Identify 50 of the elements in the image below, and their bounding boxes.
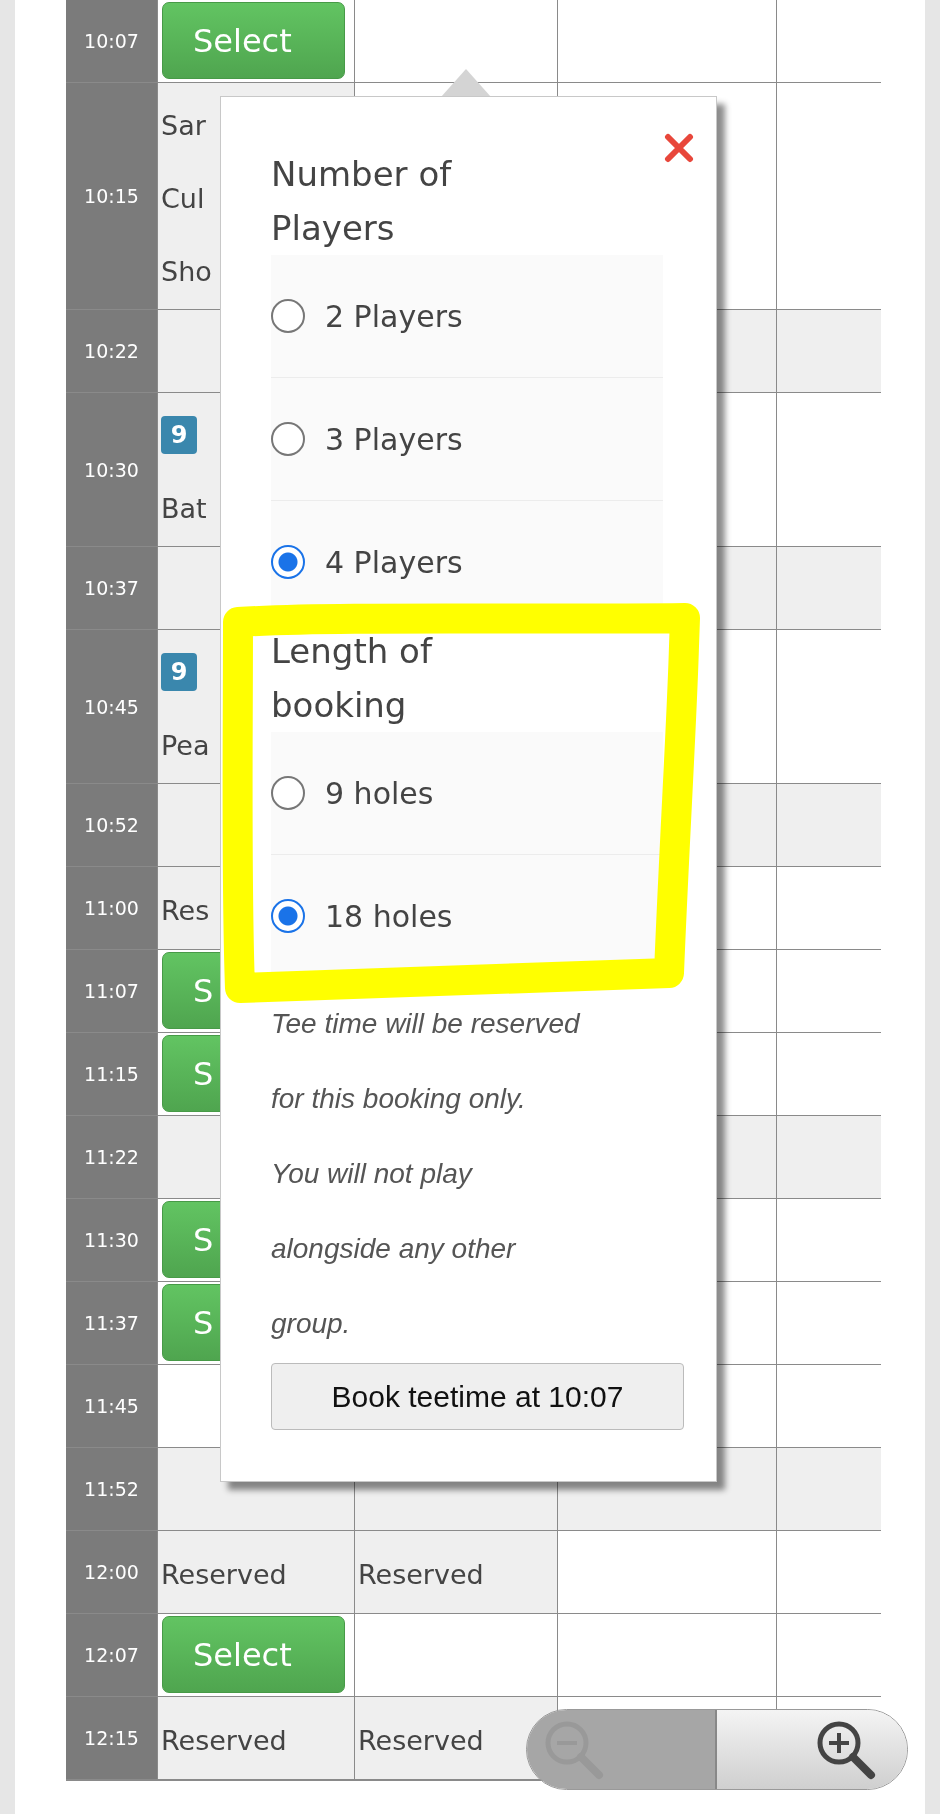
cell-text: Bat [161, 492, 207, 524]
zoom-in-button[interactable] [717, 1710, 907, 1789]
time-label: 10:45 [84, 695, 139, 718]
section-heading: Length of booking [271, 630, 434, 727]
option-label: 4 Players [325, 544, 463, 580]
radio-option[interactable]: 2 Players [271, 255, 663, 378]
option-label: 18 holes [325, 898, 453, 934]
cell-text: Reserved [161, 1724, 287, 1756]
radio-button[interactable] [271, 299, 305, 333]
time-label: 12:15 [84, 1727, 139, 1749]
cell-text: Res [161, 894, 210, 926]
hole-badge: 9 [161, 653, 197, 691]
section-heading: Number of Players [271, 153, 453, 250]
time-label: 11:15 [84, 1063, 139, 1085]
radio-button[interactable] [271, 899, 305, 933]
cell-text: Reserved [161, 1558, 287, 1590]
note-text: You will not play alongside any other group. [271, 1157, 518, 1341]
time-label: 10:07 [84, 30, 139, 52]
radio-button[interactable] [271, 776, 305, 810]
time-label: 11:37 [84, 1312, 139, 1334]
cell-text: Reserved [358, 1558, 484, 1590]
option-label: 2 Players [325, 298, 463, 334]
time-label: 12:00 [84, 1561, 139, 1583]
time-label: 11:45 [84, 1395, 139, 1417]
close-icon[interactable] [664, 133, 694, 163]
time-label: 11:30 [84, 1229, 139, 1251]
time-label: 10:22 [84, 340, 139, 362]
radio-option[interactable]: 3 Players [271, 378, 663, 501]
cell-text: Cul [161, 182, 205, 214]
time-label: 10:37 [84, 577, 139, 599]
time-label: 10:30 [84, 458, 139, 481]
note-text: Tee time will be reserved for this booking only. [271, 1007, 582, 1116]
cell-text: Sar [161, 109, 206, 141]
time-label: 11:52 [84, 1478, 139, 1500]
option-label: 9 holes [325, 775, 434, 811]
cell-text: Sho [161, 255, 212, 287]
book-button[interactable]: Book teetime at 10:07 [271, 1363, 684, 1430]
cell-text: Pea [161, 729, 210, 761]
time-label: 12:07 [84, 1644, 139, 1666]
time-label: 11:07 [84, 980, 139, 1002]
radio-button[interactable] [271, 422, 305, 456]
time-label: 10:15 [84, 185, 139, 207]
radio-option[interactable]: 9 holes [271, 732, 663, 855]
radio-button[interactable] [271, 545, 305, 579]
option-label: 3 Players [325, 421, 463, 457]
time-label: 10:52 [84, 814, 139, 836]
hole-badge: 9 [161, 416, 197, 454]
time-label: 11:00 [84, 897, 139, 919]
time-label: 11:22 [84, 1146, 139, 1168]
cell-text: Reserved [358, 1724, 484, 1756]
